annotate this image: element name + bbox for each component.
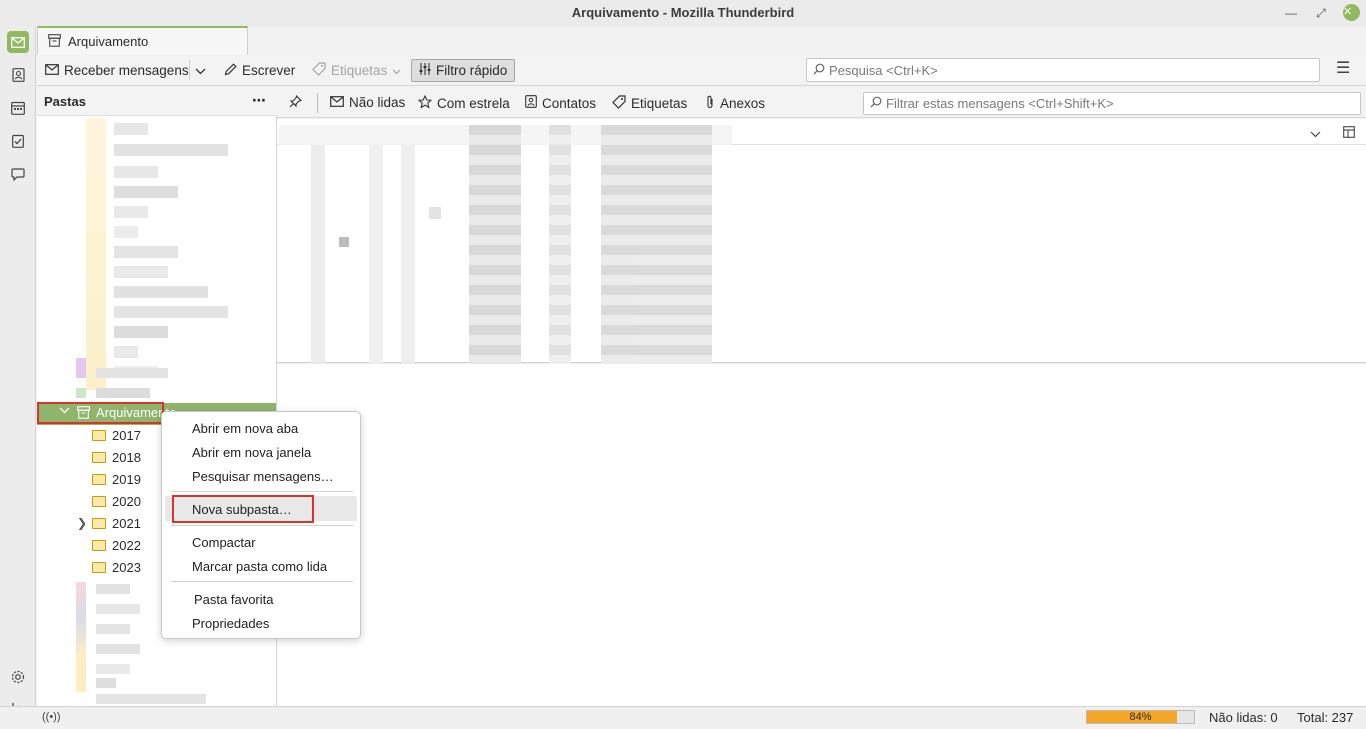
paperclip-icon bbox=[705, 95, 715, 112]
get-messages-button[interactable]: Receber mensagens bbox=[45, 59, 189, 82]
blurred-folder-icon bbox=[76, 358, 86, 378]
folder-icon bbox=[92, 452, 106, 463]
mail-space-icon[interactable] bbox=[7, 31, 29, 53]
filter-messages-input[interactable]: Filtrar estas mensagens <Ctrl+Shift+K> bbox=[863, 92, 1361, 115]
tags-label: Etiquetas bbox=[331, 63, 388, 78]
filter-attachments-button[interactable]: Anexos bbox=[705, 95, 765, 112]
highlight-outline bbox=[172, 495, 314, 523]
qf-divider bbox=[317, 93, 318, 113]
filter-starred-label: Com estrela bbox=[437, 96, 510, 111]
progress-label: 84% bbox=[1129, 711, 1152, 723]
menu-item-search-messages[interactable]: Pesquisar mensagens… bbox=[192, 469, 334, 484]
get-messages-dropdown[interactable] bbox=[195, 59, 206, 82]
write-button[interactable]: Escrever bbox=[224, 59, 295, 82]
folder-label: 2017 bbox=[112, 428, 141, 443]
tasks-icon[interactable] bbox=[7, 130, 29, 152]
folder-label: 2018 bbox=[112, 450, 141, 465]
pin-icon bbox=[289, 94, 303, 111]
unread-count: Não lidas: 0 bbox=[1209, 710, 1278, 725]
get-messages-label: Receber mensagens bbox=[64, 63, 189, 78]
folder-icon bbox=[92, 518, 106, 529]
menu-item-mark-folder-read[interactable]: Marcar pasta como lida bbox=[192, 559, 327, 574]
minimize-icon[interactable]: — bbox=[1281, 3, 1301, 23]
tags-button[interactable]: Etiquetas bbox=[312, 59, 401, 82]
contact-icon bbox=[525, 95, 537, 111]
menu-separator bbox=[171, 581, 353, 582]
tag-icon bbox=[312, 62, 326, 79]
tag-icon bbox=[612, 95, 626, 112]
filter-messages-placeholder: Filtrar estas mensagens <Ctrl+Shift+K> bbox=[886, 96, 1114, 111]
archive-icon bbox=[48, 33, 61, 50]
blurred-folder-list bbox=[56, 582, 206, 704]
filter-unread-label: Não lidas bbox=[349, 95, 406, 110]
total-count: Total: 237 bbox=[1297, 710, 1354, 725]
column-picker-icon[interactable] bbox=[1343, 126, 1355, 141]
folder-label: 2022 bbox=[112, 538, 141, 553]
restore-icon[interactable]: ⤢ bbox=[1311, 3, 1331, 23]
blurred-folder-list bbox=[86, 118, 228, 398]
folder-icon bbox=[92, 430, 106, 441]
menu-item-favorite-folder[interactable]: Pasta favorita bbox=[194, 592, 274, 607]
folder-label: 2021 bbox=[112, 516, 141, 531]
filter-attachments-label: Anexos bbox=[720, 96, 766, 111]
search-icon bbox=[813, 63, 825, 78]
settings-icon[interactable] bbox=[7, 666, 29, 688]
filter-tags-button[interactable]: Etiquetas bbox=[612, 95, 687, 112]
global-search-placeholder: Pesquisa <Ctrl+K> bbox=[829, 62, 938, 78]
menu-item-properties[interactable]: Propriedades bbox=[192, 616, 269, 631]
quick-filter-label: Filtro rápido bbox=[436, 63, 508, 78]
folder-label: 2019 bbox=[112, 472, 141, 487]
online-status-icon[interactable]: ((•)) bbox=[42, 711, 61, 723]
toolbar-divider bbox=[189, 60, 190, 80]
folder-icon bbox=[92, 540, 106, 551]
menu-separator bbox=[171, 525, 353, 526]
window-title: Arquivamento - Mozilla Thunderbird bbox=[571, 5, 795, 20]
filter-contacts-button[interactable]: Contatos bbox=[525, 95, 596, 111]
filter-tags-label: Etiquetas bbox=[631, 96, 688, 111]
pencil-icon bbox=[224, 62, 237, 79]
search-icon bbox=[870, 96, 882, 111]
folder-icon bbox=[92, 562, 106, 573]
address-book-icon[interactable] bbox=[7, 64, 29, 86]
close-window-button[interactable]: ✕ bbox=[1343, 4, 1360, 21]
menu-separator bbox=[171, 491, 353, 492]
folder-pane-more-icon[interactable]: ⋯ bbox=[252, 92, 267, 109]
chevron-down-icon bbox=[392, 63, 401, 78]
blurred-folder-icon bbox=[76, 388, 86, 398]
write-label: Escrever bbox=[242, 63, 296, 78]
chat-icon[interactable] bbox=[7, 163, 29, 185]
chevron-down-icon[interactable] bbox=[1310, 126, 1321, 141]
quick-filter-button[interactable]: Filtro rápido bbox=[411, 59, 516, 82]
mail-icon bbox=[45, 63, 59, 78]
global-search-input[interactable]: Pesquisa <Ctrl+K> bbox=[806, 58, 1320, 82]
blurred-message-list bbox=[279, 120, 732, 368]
filter-unread-button[interactable]: Não lidas bbox=[330, 95, 405, 110]
blurred-folder-label bbox=[96, 368, 168, 378]
chevron-down-icon bbox=[195, 63, 206, 78]
menu-item-open-new-window[interactable]: Abrir em nova janela bbox=[192, 445, 311, 460]
tab-label: Arquivamento bbox=[68, 34, 149, 49]
calendar-icon[interactable] bbox=[7, 97, 29, 119]
message-pane bbox=[277, 364, 1366, 706]
chevron-right-icon[interactable]: ❯ bbox=[77, 516, 87, 530]
folder-icon bbox=[92, 496, 106, 507]
pin-filter-button[interactable] bbox=[289, 94, 303, 111]
tab-arquivamento[interactable]: Arquivamento bbox=[37, 26, 248, 55]
blurred-folder-label bbox=[96, 388, 150, 398]
progress-bar: 84% bbox=[1086, 710, 1195, 724]
star-icon bbox=[417, 94, 433, 112]
envelope-icon bbox=[330, 95, 344, 110]
folder-pane-title: Pastas bbox=[44, 94, 86, 109]
menu-item-compact[interactable]: Compactar bbox=[192, 535, 256, 550]
folder-label: 2023 bbox=[112, 560, 141, 575]
menu-item-open-new-tab[interactable]: Abrir em nova aba bbox=[192, 421, 298, 436]
filter-starred-button[interactable]: Com estrela bbox=[417, 94, 510, 112]
folder-icon bbox=[92, 474, 106, 485]
highlight-outline bbox=[37, 402, 164, 424]
folder-label: 2020 bbox=[112, 494, 141, 509]
filter-contacts-label: Contatos bbox=[542, 95, 597, 111]
sliders-icon bbox=[419, 63, 431, 78]
app-menu-icon[interactable]: ☰ bbox=[1336, 61, 1352, 77]
